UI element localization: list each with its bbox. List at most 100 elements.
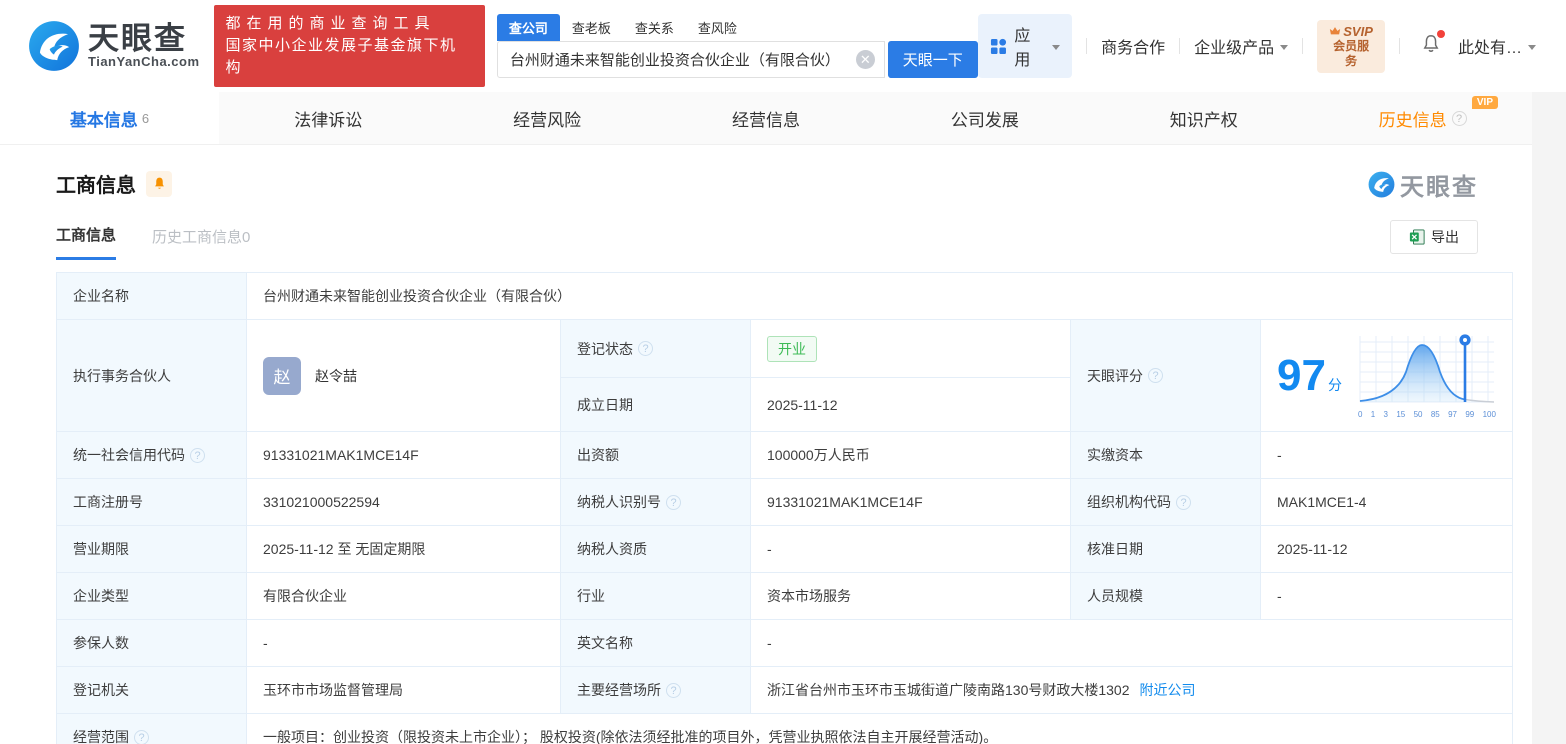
enterprise-products-label: 企业级产品 — [1194, 40, 1275, 57]
field-value-capital: 100000万人民币 — [750, 431, 1071, 479]
field-value-company-name: 台州财通未来智能创业投资合伙企业（有限合伙） — [245, 272, 1514, 320]
field-value-business-term: 2025-11-12 至 无固定期限 — [246, 525, 561, 573]
slogan-line2: 国家中小企业发展子基金旗下机构 — [225, 37, 457, 76]
field-value-staff-size: - — [1259, 572, 1514, 620]
logo-title: 天眼查 — [88, 20, 187, 56]
avatar[interactable]: 赵 — [263, 356, 301, 395]
field-value-business-address: 浙江省台州市玉环市玉城街道广陵南路130号财政大楼1302 附近公司 — [749, 666, 1514, 714]
svip-member-button[interactable]: SVIP 会员服务 — [1317, 19, 1385, 73]
search-input[interactable] — [496, 40, 885, 78]
field-label-english-name: 英文名称 — [560, 619, 751, 667]
field-label-capital: 出资额 — [560, 431, 751, 479]
notifications-button[interactable] — [1420, 29, 1445, 60]
chevron-down-icon — [1052, 44, 1061, 50]
app-grid-icon — [991, 38, 1007, 54]
field-label-reg-status: 登记状态? — [560, 318, 751, 379]
enterprise-products-menu[interactable]: 企业级产品 — [1194, 34, 1289, 58]
tianyancha-watermark: 天眼查 — [1368, 167, 1478, 202]
search-tab-boss[interactable]: 查老板 — [560, 14, 623, 41]
help-icon[interactable]: ? — [134, 729, 149, 744]
business-info-section: 工商信息 天眼查 工商信息 历史工商信息0 导出 企业名称 台州财通未来智能创业… — [0, 145, 1532, 744]
field-value-english-name: - — [749, 619, 1514, 667]
export-label: 导出 — [1431, 229, 1459, 245]
table-row: 工商注册号 331021000522594 纳税人识别号? 91331021MA… — [56, 478, 1514, 526]
help-icon[interactable]: ? — [1148, 368, 1163, 383]
help-icon[interactable]: ? — [666, 682, 681, 698]
nearby-companies-link[interactable]: 附近公司 — [1140, 682, 1196, 698]
search-tabs: 查公司 查老板 查关系 查风险 — [496, 13, 979, 41]
field-label-business-term: 营业期限 — [56, 525, 247, 573]
status-badge: 开业 — [767, 335, 817, 362]
field-value-company-type: 有限合伙企业 — [246, 572, 561, 620]
table-row: 营业期限 2025-11-12 至 无固定期限 纳税人资质 - 核准日期 202… — [56, 525, 1514, 573]
divider — [1399, 38, 1400, 54]
axis-tick-label: 1 — [1370, 410, 1376, 419]
tab-basic-info[interactable]: 基本信息 6 — [0, 92, 219, 144]
axis-tick-label: 99 — [1465, 410, 1475, 419]
company-nav-tabs: 基本信息 6 法律诉讼 经营风险 经营信息 公司发展 知识产权 历史信息 VIP… — [0, 92, 1532, 145]
clear-search-icon[interactable]: ✕ — [855, 49, 875, 69]
chevron-down-icon — [1528, 44, 1537, 50]
tab-company-development[interactable]: 公司发展 — [875, 92, 1094, 144]
search-area: 查公司 查老板 查关系 查风险 ✕ 天眼一下 — [496, 13, 979, 78]
table-row: 参保人数 - 英文名称 - — [56, 619, 1514, 667]
divider — [1302, 38, 1304, 54]
tianyancha-logo[interactable]: 天眼查 TianYanCha.com — [28, 20, 200, 72]
search-tab-risk[interactable]: 查风险 — [686, 14, 749, 41]
axis-tick-label: 100 — [1482, 410, 1496, 419]
svip-line2: 会员服务 — [1333, 38, 1370, 68]
score-value: 97 — [1277, 350, 1326, 400]
help-icon[interactable]: ? — [638, 341, 653, 357]
search-button[interactable]: 天眼一下 — [887, 40, 978, 78]
svip-line1: SVIP — [1343, 23, 1373, 39]
tab-history-info[interactable]: 历史信息 VIP ? — [1313, 92, 1532, 144]
help-icon[interactable]: ? — [1176, 494, 1191, 510]
apps-menu[interactable]: 应用 — [978, 14, 1073, 78]
search-tab-company[interactable]: 查公司 — [496, 13, 560, 41]
field-value-business-scope: 一般项目：创业投资（限投资未上市企业）； 股权投资(除依法须经批准的项目外，凭营… — [245, 713, 1514, 744]
tab-intellectual-property[interactable]: 知识产权 — [1094, 92, 1313, 144]
partner-name-link[interactable]: 赵令喆 — [315, 366, 357, 386]
subtab-row: 工商信息 历史工商信息0 导出 — [56, 220, 1512, 260]
export-button[interactable]: 导出 — [1390, 220, 1478, 254]
user-menu[interactable]: 此处有… — [1458, 34, 1537, 58]
business-cooperation-link[interactable]: 商务合作 — [1101, 34, 1165, 58]
field-label-org-code: 组织机构代码? — [1070, 478, 1261, 526]
axis-tick-label: 50 — [1413, 410, 1423, 419]
address-text: 浙江省台州市玉环市玉城街道广陵南路130号财政大楼1302 — [767, 682, 1130, 698]
credit-code-label: 统一社会信用代码 — [73, 447, 185, 463]
tab-legal-litigation[interactable]: 法律诉讼 — [219, 92, 438, 144]
divider — [1179, 38, 1181, 54]
org-code-label: 组织机构代码 — [1087, 494, 1171, 510]
subtab-history-business-info[interactable]: 历史工商信息0 — [152, 226, 250, 259]
excel-icon — [1409, 229, 1425, 245]
field-value-org-code: MAK1MCE1-4 — [1259, 478, 1514, 526]
field-label-industry: 行业 — [560, 572, 751, 620]
subtab-business-info[interactable]: 工商信息 — [56, 224, 117, 260]
monitor-bell-button[interactable] — [146, 170, 172, 197]
tab-basic-info-label: 基本信息 — [69, 110, 138, 130]
field-label-taxpayer-quality: 纳税人资质 — [560, 525, 751, 573]
field-value-taxpayer-id: 91331021MAK1MCE14F — [750, 478, 1071, 526]
tianyancha-swirl-icon — [29, 21, 79, 71]
field-label-business-address: 主要经营场所? — [560, 666, 751, 714]
tab-operation-risk[interactable]: 经营风险 — [438, 92, 657, 144]
field-value-insured-count: - — [246, 619, 561, 667]
score-distribution-chart[interactable]: 0 1 3 15 50 85 97 99 100 — [1356, 332, 1498, 419]
help-icon[interactable]: ? — [666, 494, 681, 510]
help-icon[interactable]: ? — [190, 447, 205, 463]
slogan-badge: 都在用的商业查询工具 国家中小企业发展子基金旗下机构 — [213, 5, 485, 87]
search-tab-relation[interactable]: 查关系 — [623, 14, 686, 41]
table-row: 经营范围? 一般项目：创业投资（限投资未上市企业）； 股权投资(除依法须经批准的… — [56, 713, 1514, 744]
tab-operation-info[interactable]: 经营信息 — [657, 92, 876, 144]
reg-status-label: 登记状态 — [577, 340, 633, 357]
field-value-reg-status: 开业 — [750, 318, 1071, 379]
axis-tick-label: 15 — [1396, 410, 1406, 419]
tianyancha-swirl-icon — [1368, 171, 1395, 198]
axis-tick-label: 85 — [1430, 410, 1440, 419]
business-info-table: 企业名称 台州财通未来智能创业投资合伙企业（有限合伙） 执行事务合伙人 赵 赵令… — [56, 272, 1514, 744]
field-label-approval-date: 核准日期 — [1070, 525, 1261, 573]
field-label-credit-code: 统一社会信用代码? — [56, 431, 247, 479]
field-label-staff-size: 人员规模 — [1070, 572, 1261, 620]
help-icon[interactable]: ? — [1451, 110, 1467, 126]
